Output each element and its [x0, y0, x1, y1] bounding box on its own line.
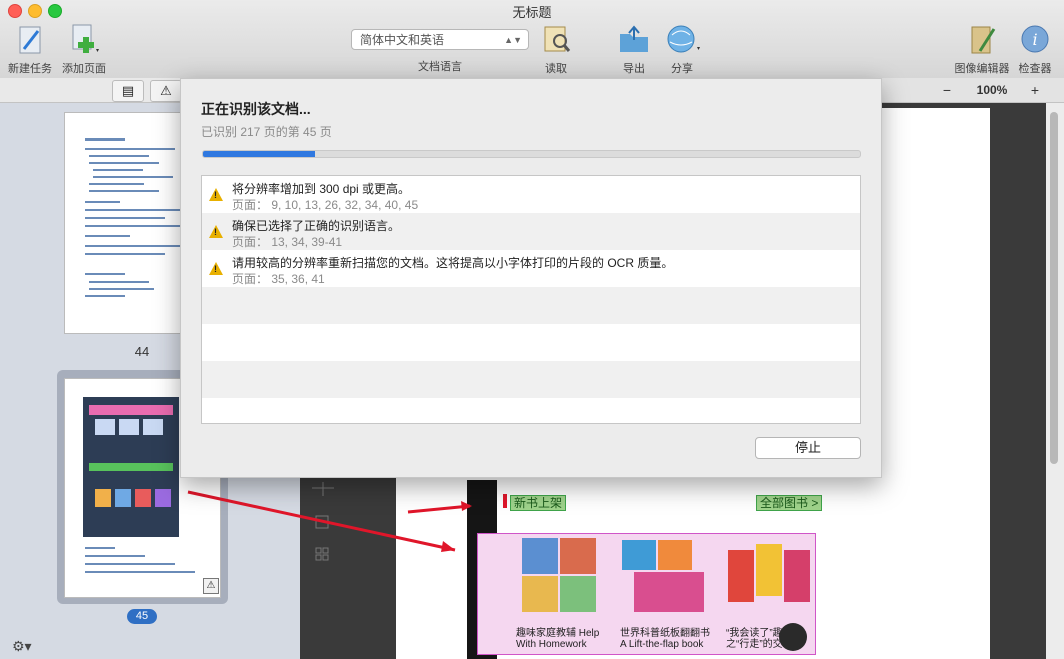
warning-pages: 页面： 9, 10, 13, 26, 32, 34, 40, 45 [232, 198, 419, 212]
select-arrows-icon: ▲▼ [504, 35, 522, 45]
book-cover-2 [620, 536, 704, 616]
read-button[interactable]: 读取 [536, 22, 576, 76]
chat-fab-button [779, 623, 807, 651]
new-books-label: 新书上架 [510, 495, 567, 511]
read-label: 读取 [545, 63, 567, 75]
settings-gear-icon[interactable]: ⚙▾ [12, 638, 32, 655]
all-books-link: 全部图书 > [756, 495, 823, 511]
section-marker [503, 494, 507, 508]
share-button[interactable]: 分享 [660, 22, 704, 76]
new-task-button[interactable]: 新建任务 [6, 22, 54, 76]
new-task-icon [12, 22, 48, 56]
book-title-en-2: A Lift-the-flap book [620, 639, 704, 650]
book-caption-3: “我会读了”趣 之“行走”的交 [726, 628, 783, 650]
warnings-filter-button[interactable]: ⚠ [150, 80, 182, 102]
export-icon [616, 22, 652, 56]
book-title-en-1: With Homework [516, 639, 587, 650]
inspector-label: 检查器 [1018, 63, 1052, 75]
warning-row[interactable]: 请用较高的分辨率重新扫描您的文档。这将提高以小字体打印的片段的 OCR 质量。 … [202, 250, 860, 287]
warning-message: 将分辨率增加到 300 dpi 或更高。 [232, 182, 411, 196]
ocr-progress-bar [202, 150, 861, 158]
document-language-caption: 文档语言 [418, 61, 462, 73]
page-number-45-badge: 45 [127, 609, 157, 624]
export-button[interactable]: 导出 [614, 22, 654, 76]
warning-icon [209, 225, 223, 238]
book-caption-2: 世界科普纸板翻翻书 A Lift-the-flap book [620, 628, 710, 650]
empty-row [202, 398, 860, 423]
warnings-list: 将分辨率增加到 300 dpi 或更高。 页面： 9, 10, 13, 26, … [201, 175, 861, 424]
image-editor-button[interactable]: 图像编辑器 [952, 22, 1012, 76]
page-icon: ▤ [121, 83, 135, 98]
warning-row[interactable]: 将分辨率增加到 300 dpi 或更高。 页面： 9, 10, 13, 26, … [202, 176, 860, 213]
window-title: 无标题 [512, 5, 552, 20]
empty-row [202, 361, 860, 398]
page-view-button[interactable]: ▤ [112, 80, 144, 102]
warning-pages: 页面： 35, 36, 41 [232, 272, 325, 286]
warning-message: 确保已选择了正确的识别语言。 [232, 219, 401, 233]
empty-row [202, 324, 860, 361]
share-label: 分享 [671, 63, 693, 75]
book-title-cn-1: 趣味家庭教辅 Help [516, 628, 600, 639]
warning-icon [209, 188, 223, 201]
zoom-level[interactable]: 100% [963, 82, 1021, 98]
warning-row[interactable]: 确保已选择了正确的识别语言。 页面： 13, 34, 39-41 [202, 213, 860, 250]
ocr-progress-fill [203, 151, 315, 157]
read-icon [538, 22, 574, 56]
export-label: 导出 [623, 63, 645, 75]
page-warning-icon: ⚠ [203, 578, 219, 594]
book-title-en-3: 之“行走”的交 [726, 639, 783, 650]
warning-icon [209, 262, 223, 275]
add-page-icon [66, 22, 102, 56]
book-caption-1: 趣味家庭教辅 Help With Homework [516, 628, 599, 650]
new-task-label: 新建任务 [8, 63, 52, 75]
add-page-button[interactable]: 添加页面 [60, 22, 108, 76]
book-title-cn-3: “我会读了”趣 [726, 628, 783, 639]
dialog-title: 正在识别该文档... [201, 101, 311, 117]
info-icon: i [1017, 22, 1053, 56]
image-editor-label: 图像编辑器 [954, 63, 1010, 75]
add-page-label: 添加页面 [62, 63, 106, 75]
inspector-button[interactable]: i 检查器 [1015, 22, 1055, 76]
empty-row [202, 287, 860, 324]
red-arrows-overlay [187, 490, 472, 552]
document-language-value: 简体中文和英语 [360, 33, 445, 47]
warning-message: 请用较高的分辨率重新扫描您的文档。这将提高以小字体打印的片段的 OCR 质量。 [232, 256, 674, 270]
book-title-cn-2: 世界科普纸板翻翻书 [620, 628, 710, 639]
zoom-out-button[interactable]: − [936, 82, 958, 98]
zoom-in-button[interactable]: + [1024, 82, 1046, 98]
image-editor-icon [964, 22, 1000, 56]
stop-button[interactable]: 停止 [755, 437, 861, 459]
book-cover-1 [520, 536, 600, 616]
svg-text:i: i [1032, 30, 1037, 49]
scrollbar-knob[interactable] [1050, 112, 1058, 464]
warning-icon: ⚠ [160, 83, 172, 98]
book-cover-3 [726, 536, 810, 616]
ocr-progress-dialog: 正在识别该文档... 已识别 217 页的第 45 页 将分辨率增加到 300 … [180, 78, 882, 478]
document-language-select[interactable]: 简体中文和英语 ▲▼ [351, 29, 529, 50]
vertical-scrollbar[interactable] [1046, 102, 1064, 659]
page-number-44: 44 [134, 344, 150, 359]
warning-pages: 页面： 13, 34, 39-41 [232, 235, 343, 249]
dialog-progress-text: 已识别 217 页的第 45 页 [201, 125, 332, 139]
share-globe-icon [664, 22, 700, 56]
